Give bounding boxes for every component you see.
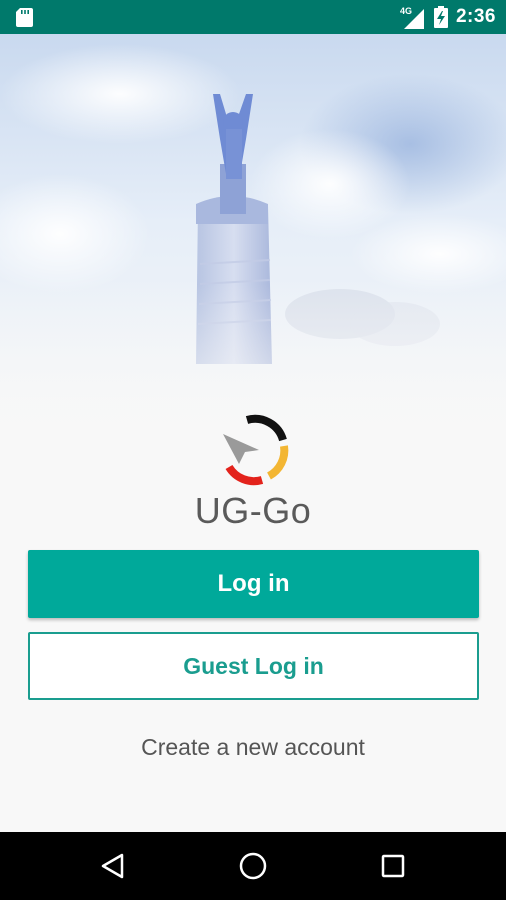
hero-image [0, 34, 506, 454]
status-bar: 4G 2:36 [0, 0, 506, 34]
status-time: 2:36 [455, 6, 496, 27]
status-indicators: 4G 2:36 [400, 0, 496, 34]
login-screen: 4G 2:36 UG-Go Log in Guest Log in Create… [0, 0, 506, 900]
back-button[interactable] [93, 846, 133, 886]
guest-login-button[interactable]: Guest Log in [28, 632, 479, 700]
home-button[interactable] [233, 846, 273, 886]
app-name: UG-Go [194, 490, 312, 531]
statue-background-image [0, 34, 506, 454]
recents-button[interactable] [373, 846, 413, 886]
back-icon [101, 853, 124, 879]
home-icon [239, 852, 267, 880]
network-type: 4G [400, 6, 412, 16]
ug-go-logo [223, 414, 289, 486]
signal-icon: 4G [400, 6, 424, 29]
login-button[interactable]: Log in [28, 550, 479, 618]
navigation-bar [0, 832, 506, 900]
battery-charging-icon [433, 6, 448, 28]
sd-card-icon [16, 8, 33, 27]
recents-icon [381, 854, 405, 878]
create-account-link[interactable]: Create a new account [0, 734, 506, 761]
